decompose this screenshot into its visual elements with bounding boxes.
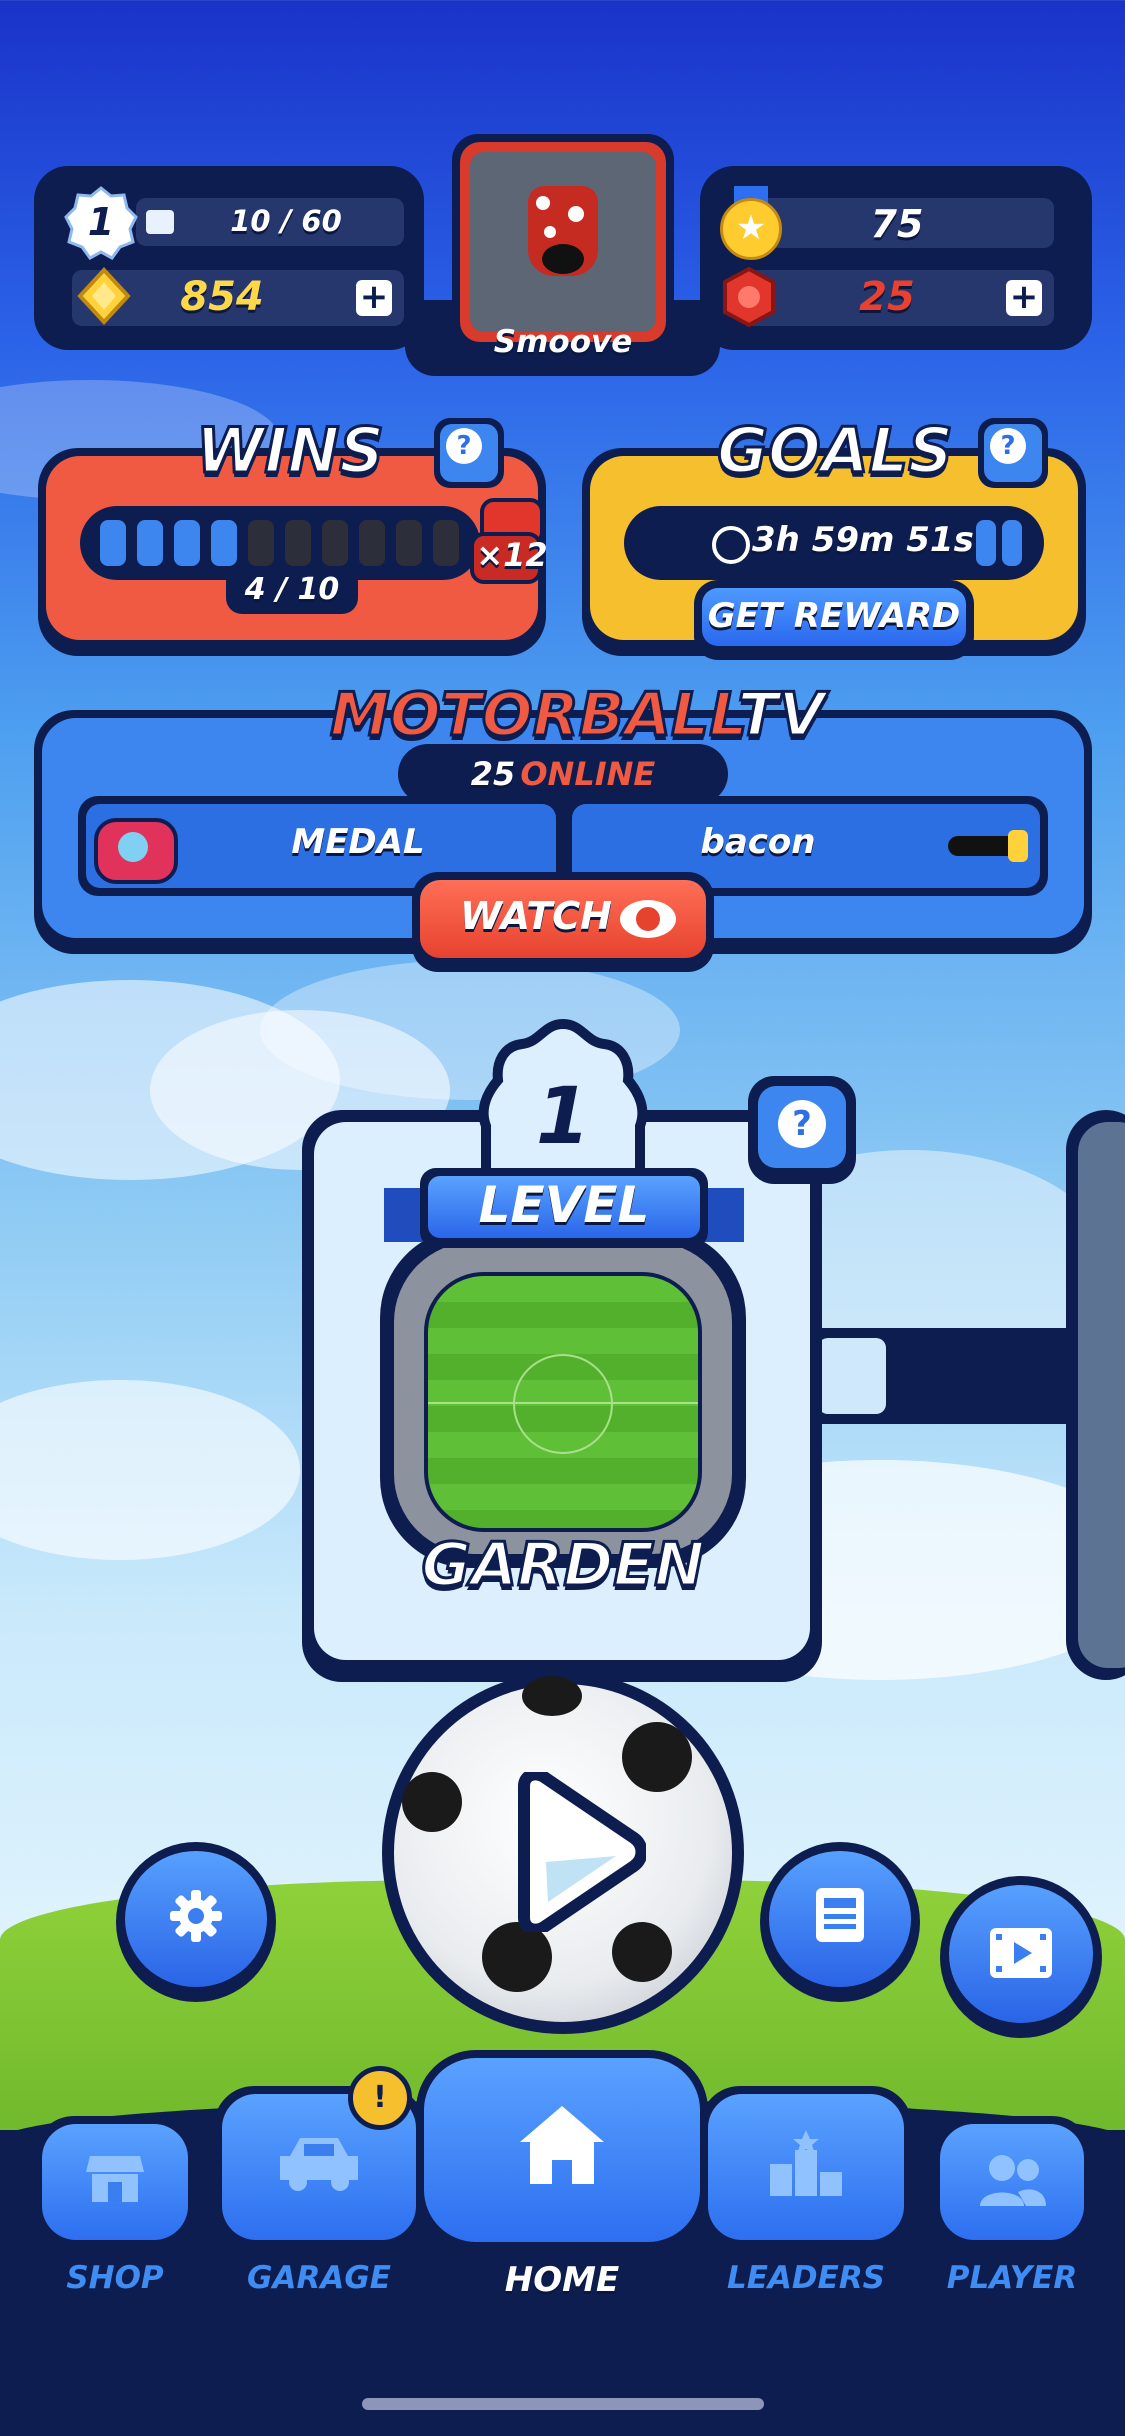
nav-garage-label: GARAGE (247, 2260, 391, 2296)
add-gems-button[interactable]: + (356, 280, 392, 316)
goals-timer-bar: 3h 59m 51s (624, 506, 1044, 580)
eye-icon (620, 900, 676, 938)
ruby-bar: 25 + (742, 270, 1054, 326)
settings-gear-icon (168, 1888, 224, 1944)
settings-button[interactable] (116, 1842, 276, 2002)
medal-icon: ★ (716, 186, 786, 262)
tv-title: MOTORBALLTV (329, 679, 827, 752)
wins-help-button[interactable]: ? (434, 418, 504, 488)
trophy-count: 75 (870, 202, 924, 246)
play-icon (506, 1768, 648, 1936)
get-reward-label: GET REWARD (707, 596, 961, 636)
wins-progress-segment (285, 520, 311, 566)
right-bike-icon (938, 826, 1038, 866)
watch-label: WATCH (460, 894, 612, 938)
wins-reward-amount: ×12 (476, 536, 548, 574)
video-icon (988, 1926, 1054, 1980)
wins-progress-segment (322, 520, 348, 566)
left-car-icon (88, 804, 178, 888)
home-icon (516, 2102, 608, 2188)
wins-title: WINS (195, 413, 386, 489)
car-icon (276, 2132, 362, 2192)
xp-value: 10 / 60 (230, 204, 342, 238)
nav-shop-label: SHOP (66, 2260, 164, 2296)
add-rubies-button[interactable]: + (1006, 280, 1042, 316)
ruby-icon (718, 266, 780, 328)
tv-online-pill: 25 ONLINE (398, 744, 728, 804)
news-button[interactable] (760, 1842, 920, 2002)
stopwatch-icon (712, 526, 750, 564)
goals-title: GOALS (716, 413, 955, 489)
players-icon (978, 2152, 1048, 2208)
wins-progress-label: 4 / 10 (244, 572, 340, 607)
level-connector (810, 1328, 1070, 1424)
podium-icon (766, 2128, 846, 2198)
nav-player-label: PLAYER (946, 2260, 1078, 2296)
wins-progress-segment (100, 520, 126, 566)
nav-shop[interactable] (34, 2116, 196, 2248)
tv-left-player: MEDAL (291, 822, 425, 862)
gems-count: 854 (180, 274, 264, 320)
get-reward-button[interactable]: GET REWARD (694, 580, 974, 660)
wins-progress-segment (174, 520, 200, 566)
gem-icon (74, 266, 134, 326)
nav-home[interactable] (416, 2050, 708, 2250)
watch-button[interactable]: WATCH (412, 872, 714, 972)
wins-progress-segment (248, 520, 274, 566)
nav-leaders[interactable] (700, 2086, 912, 2248)
goals-help-button[interactable]: ? (978, 418, 1048, 488)
pitch (424, 1272, 702, 1532)
goals-timer: 3h 59m 51s (752, 520, 974, 560)
wins-progress-segment (396, 520, 422, 566)
tv-title-red: MOTORBALL (329, 679, 740, 752)
ladybug-car-icon (528, 186, 598, 276)
tv-online-label: ONLINE (520, 755, 656, 793)
next-level-card-peek[interactable] (1066, 1110, 1125, 1680)
garage-badge-text: ! (373, 2080, 387, 2115)
player-name: Smoove (493, 324, 633, 360)
shop-icon (86, 2152, 144, 2204)
play-button[interactable] (382, 1672, 744, 2034)
nav-leaders-label: LEADERS (726, 2260, 886, 2296)
nav-home-label: HOME (504, 2260, 620, 2300)
tv-title-white: TV (736, 679, 826, 752)
trophy-bar: 75 (742, 198, 1054, 248)
player-level-badge[interactable]: 1 (64, 186, 138, 260)
wins-progress-segment (137, 520, 163, 566)
home-indicator[interactable] (362, 2398, 764, 2410)
tv-online-count: 25 (470, 755, 516, 793)
tv-right-player: bacon (700, 822, 816, 862)
xp-bar: 10 / 60 (136, 198, 404, 246)
wins-progress-segment (359, 520, 385, 566)
video-button[interactable] (940, 1876, 1102, 2038)
wins-progress-segment (433, 520, 459, 566)
level-name: GARDEN (420, 1529, 706, 1602)
level-number: 1 (535, 1072, 591, 1162)
garage-notification-badge: ! (348, 2066, 412, 2130)
xp-book-icon (146, 210, 174, 234)
level-help-button[interactable]: ? (748, 1076, 856, 1184)
player-level: 1 (87, 200, 115, 244)
player-avatar-frame[interactable]: Smoove (452, 134, 674, 360)
garden-stadium[interactable] (380, 1228, 746, 1568)
avatar (470, 152, 656, 332)
level-label: LEVEL (478, 1176, 650, 1234)
wins-progress-segment (211, 520, 237, 566)
news-icon (812, 1884, 868, 1946)
nav-player[interactable] (932, 2116, 1092, 2248)
level-ribbon: LEVEL (384, 1164, 744, 1256)
ruby-count: 25 (859, 274, 915, 320)
